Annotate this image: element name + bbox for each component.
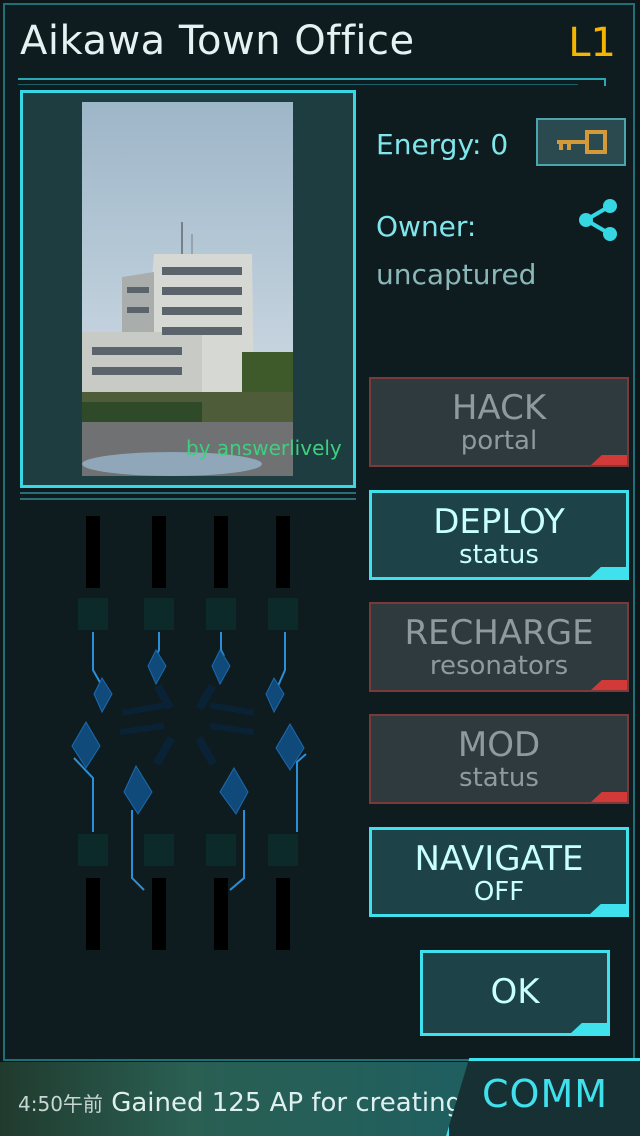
hack-sublabel: portal (460, 426, 538, 456)
owner-label: Owner: (376, 210, 477, 243)
title-divider-tick (576, 78, 606, 86)
navigate-sublabel: OFF (473, 877, 525, 907)
hack-label: HACK (451, 388, 547, 428)
portal-level: L1 (568, 20, 616, 66)
mod-sublabel: status (459, 763, 539, 793)
recharge-sublabel: resonators (429, 651, 569, 681)
recharge-button[interactable]: RECHARGE resonators (369, 602, 629, 692)
photo-divider (20, 492, 356, 500)
mod-corner (591, 792, 627, 802)
deploy-sublabel: status (459, 540, 539, 570)
title-divider-secondary (18, 84, 578, 85)
hack-button[interactable]: HACK portal (369, 377, 629, 467)
title-divider (18, 78, 606, 80)
key-button[interactable] (536, 118, 626, 166)
deploy-button[interactable]: DEPLOY status (369, 490, 629, 580)
portal-photo[interactable] (82, 102, 293, 476)
share-icon[interactable] (574, 196, 622, 244)
comm-label[interactable]: COMM (482, 1072, 608, 1116)
portal-title: Aikawa Town Office (20, 18, 415, 64)
recharge-corner (591, 680, 627, 690)
ok-corner (571, 1023, 607, 1033)
deploy-label: DEPLOY (433, 502, 565, 542)
recharge-label: RECHARGE (404, 613, 594, 653)
hack-corner (591, 455, 627, 465)
navigate-button[interactable]: NAVIGATE OFF (369, 827, 629, 917)
navigate-label: NAVIGATE (414, 839, 584, 879)
ticker-time: 4:50午前 (18, 1092, 103, 1116)
key-icon (557, 130, 607, 154)
ok-label: OK (490, 972, 540, 1012)
energy-readout: Energy: 0 (376, 128, 509, 161)
resonator-diagram (71, 516, 307, 950)
ok-button[interactable]: OK (420, 950, 610, 1036)
mod-button[interactable]: MOD status (369, 714, 629, 804)
owner-value: uncaptured (376, 258, 537, 291)
mod-label: MOD (457, 725, 541, 765)
photo-credit: by answerlively (186, 436, 342, 460)
